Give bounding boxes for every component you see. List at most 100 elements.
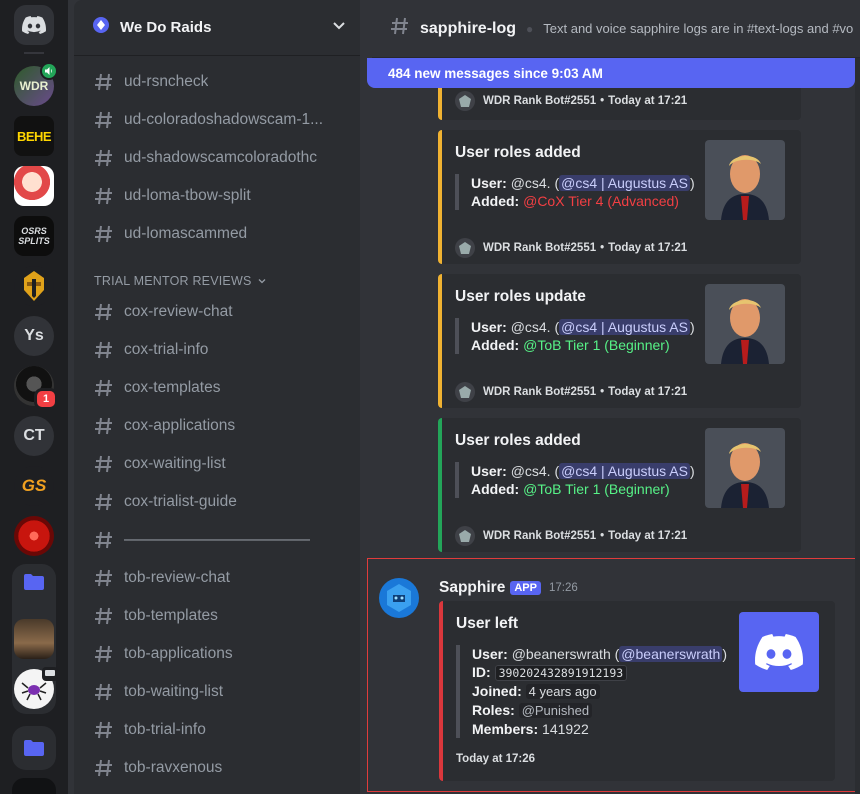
- server-icon-spider[interactable]: [14, 667, 58, 709]
- message-timestamp: 17:26: [548, 582, 578, 594]
- hashtag-icon: [94, 416, 124, 436]
- server-icon-wdr[interactable]: WDR: [14, 62, 58, 106]
- embed-thumbnail[interactable]: [705, 428, 785, 508]
- sapphire-avatar[interactable]: [379, 578, 419, 618]
- embed-footer: Today at 17:26: [456, 753, 536, 765]
- channel-item[interactable]: cox-trialist-guide: [82, 486, 350, 518]
- server-icon-behe[interactable]: BEHE: [14, 116, 54, 156]
- role-mention[interactable]: @ToB Tier 1 (Beginner): [523, 481, 670, 497]
- server-icon-dark[interactable]: 1: [14, 366, 58, 410]
- chat-bubble-icon: [42, 667, 58, 681]
- channel-label: ud-loma-tbow-split: [124, 187, 251, 204]
- embed-footer: WDR Rank Bot#2551 • Today at 17:21: [455, 526, 687, 546]
- channel-label: cox-trial-info: [124, 341, 209, 358]
- embed-fields: User: @cs4. (@cs4 | Augustus AS) Added: …: [455, 174, 695, 210]
- channel-label: cox-trialist-guide: [124, 493, 237, 510]
- user-mention[interactable]: @cs4 | Augustus AS: [559, 175, 690, 191]
- hashtag-icon: [94, 720, 124, 740]
- discord-logo-thumbnail[interactable]: [739, 612, 819, 692]
- channel-item[interactable]: cox-applications: [82, 410, 350, 442]
- channel-item[interactable]: ud-lomascammed: [82, 218, 350, 250]
- role-mention[interactable]: @ToB Tier 1 (Beginner): [523, 337, 670, 353]
- channel-item[interactable]: tob-review-chat: [82, 562, 350, 594]
- embed-thumbnail[interactable]: [705, 284, 785, 364]
- server-icon-photo[interactable]: [14, 619, 54, 659]
- role-value[interactable]: @Punished: [518, 703, 593, 718]
- channel-item[interactable]: cox-waiting-list: [82, 448, 350, 480]
- channel-item[interactable]: ————————————: [82, 524, 350, 556]
- channel-label: tob-ravxenous: [124, 759, 223, 776]
- server-icon-partial[interactable]: [12, 778, 56, 794]
- server-icon-helmet[interactable]: [14, 266, 54, 306]
- chevron-down-icon: [258, 274, 266, 288]
- channel-label: ud-coloradoshadowscam-1...: [124, 111, 324, 128]
- hashtag-icon: [94, 340, 124, 360]
- channel-item[interactable]: tob-waiting-list: [82, 676, 350, 708]
- field-label: Joined:: [472, 683, 522, 699]
- channel-item[interactable]: cox-trial-info: [82, 334, 350, 366]
- scrollbar-track[interactable]: [855, 58, 860, 794]
- user-mention[interactable]: @beanerswrath: [619, 646, 723, 662]
- discord-home-button[interactable]: [14, 5, 54, 45]
- channel-item[interactable]: tob-templates: [82, 600, 350, 632]
- mention-badge: 1: [34, 388, 58, 410]
- user-mention[interactable]: @cs4 | Augustus AS: [559, 463, 690, 479]
- server-icon-gs[interactable]: GS: [14, 466, 54, 506]
- channel-item[interactable]: ud-loma-tbow-split: [82, 180, 350, 212]
- channel-item[interactable]: ud-coloradoshadowscam-1...: [82, 104, 350, 136]
- red-orb-avatar: [14, 516, 54, 556]
- channel-label: cox-waiting-list: [124, 455, 226, 472]
- server-icon-ct[interactable]: CT: [14, 416, 54, 456]
- embed-partial: WDR Rank Bot#2551 • Today at 17:21: [438, 88, 801, 120]
- app-tag: APP: [510, 581, 541, 595]
- new-messages-bar[interactable]: 484 new messages since 9:03 AM: [367, 58, 855, 88]
- channel-topic[interactable]: Text and voice sapphire logs are in #tex…: [543, 21, 853, 36]
- category-trial-mentor-reviews[interactable]: TRIAL MENTOR REVIEWS: [94, 274, 266, 288]
- server-folder-2[interactable]: [12, 726, 56, 770]
- server-boost-icon: [92, 16, 110, 39]
- server-icon-osrs-splits[interactable]: OSRS SPLITS: [14, 216, 54, 256]
- server-icon-ys[interactable]: Ys: [14, 316, 54, 356]
- channel-item[interactable]: cox-review-chat: [82, 296, 350, 328]
- embed-footer: WDR Rank Bot#2551 • Today at 17:21: [455, 238, 687, 258]
- hashtag-icon: [94, 606, 124, 626]
- user-mention[interactable]: @cs4 | Augustus AS: [559, 319, 690, 335]
- hashtag-icon: [94, 378, 124, 398]
- speaker-icon: [40, 62, 58, 80]
- embed-thumbnail[interactable]: [705, 140, 785, 220]
- footer-time: Today at 17:21: [608, 242, 688, 254]
- channel-item[interactable]: cox-templates: [82, 372, 350, 404]
- channel-item[interactable]: tob-trial-info: [82, 714, 350, 746]
- channel-item[interactable]: ud-shadowscamcoloradothc: [82, 142, 350, 174]
- field-label: User:: [471, 319, 507, 335]
- server-icon-anime[interactable]: [14, 166, 54, 206]
- helmet-icon: [14, 266, 54, 306]
- channel-label: tob-templates: [124, 607, 218, 624]
- message-author[interactable]: Sapphire: [439, 579, 505, 597]
- chevron-down-icon[interactable]: [332, 18, 346, 37]
- bot-avatar-icon: [455, 526, 475, 546]
- user-value: @beanerswrath: [511, 646, 611, 662]
- embed-fields: User: @cs4. (@cs4 | Augustus AS) Added: …: [455, 318, 695, 354]
- channel-label: cox-applications: [124, 417, 236, 434]
- embed-user-left: User left User: @beanerswrath (@beanersw…: [439, 601, 835, 781]
- channel-label: ud-rsncheck: [124, 73, 209, 90]
- user-value: @cs4.: [510, 463, 551, 479]
- channel-item[interactable]: tob-applications: [82, 638, 350, 670]
- embed-title: User roles update: [455, 288, 586, 305]
- channel-label: tob-waiting-list: [124, 683, 224, 700]
- footer-time: Today at 17:21: [608, 530, 688, 542]
- role-mention[interactable]: @CoX Tier 4 (Advanced): [523, 193, 679, 209]
- hashtag-icon: [94, 72, 124, 92]
- channel-item[interactable]: tob-ravxenous: [82, 752, 350, 784]
- server-icon-red-orb[interactable]: [14, 516, 54, 556]
- field-label: ID:: [472, 664, 491, 680]
- server-name: We Do Raids: [120, 19, 212, 36]
- server-folder[interactable]: [12, 564, 58, 714]
- channel-item[interactable]: ud-rsncheck: [82, 66, 350, 98]
- server-header[interactable]: We Do Raids: [74, 0, 360, 56]
- channel-label: cox-templates: [124, 379, 221, 396]
- footer-dot: •: [600, 242, 605, 254]
- footer-time: Today at 17:21: [608, 386, 688, 398]
- field-label: Added:: [471, 481, 520, 497]
